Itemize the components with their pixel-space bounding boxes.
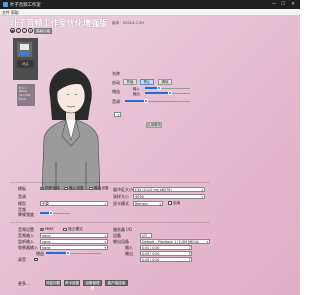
exclusive-checkbox[interactable]: [63, 227, 67, 231]
fx-input-label: 效果器输入: [18, 245, 38, 250]
apply-button[interactable]: 应用更改: [146, 122, 162, 128]
chevron-down-icon: ▾: [104, 233, 106, 238]
radio-option-label: 同声传译: [45, 186, 60, 190]
start-button[interactable]: 开始: [123, 79, 137, 85]
radio-option-label: 输出设备: [94, 186, 109, 190]
chevron-down-icon: ▾: [104, 239, 106, 244]
server-device-select[interactable]: I/O: [140, 232, 152, 238]
exclusive-label: 独占模式: [68, 227, 83, 231]
monitor-input-select[interactable]: none ▾: [40, 238, 108, 244]
radio-option-0[interactable]: [40, 186, 44, 190]
name-label: 名称: [112, 71, 120, 76]
window-title: 叶子音频工作室: [10, 3, 41, 8]
gain-label: 增益: [112, 89, 120, 94]
soundcard-settings-button[interactable]: 声卡设置: [64, 280, 80, 286]
pitch-label: 音调: [112, 99, 120, 104]
output-label: 输出: [133, 92, 140, 96]
output-time-field[interactable]: 0:00 / 0:00 ▴ ▾: [140, 250, 192, 256]
radio-option-2[interactable]: [89, 186, 93, 190]
divider: [10, 222, 210, 223]
model-thumbnail[interactable]: 叶子: [13, 38, 38, 80]
fix-issues-button[interactable]: 修复问题: [45, 280, 61, 286]
settings-icon[interactable]: ✦: [28, 28, 33, 33]
template-label: 模板: [18, 186, 26, 191]
client-connect-button[interactable]: 客户端连接: [105, 280, 128, 286]
level-output-label: 输出: [125, 251, 133, 256]
stop-button[interactable]: 停止: [140, 79, 154, 85]
sample-select[interactable]: 4096 ▾: [133, 193, 205, 199]
help-icon[interactable]: ?: [16, 28, 21, 33]
info-icon[interactable]: i: [22, 28, 27, 33]
title-bar: 叶子音频工作室 — ☐ ✕: [0, 0, 300, 9]
chunk-select[interactable]: F32 (2/1/2 ms 48076) ▾: [133, 186, 205, 192]
device-manager-button[interactable]: 设备管理器: [83, 280, 102, 290]
audio-gain-label: 增益: [36, 251, 44, 256]
output-device-select[interactable]: Default - Playback 1 (2-3M MEGA) ▾: [140, 238, 210, 244]
mode-label: 启动: [112, 80, 120, 85]
audio-input-select[interactable]: none ▾: [40, 232, 108, 238]
api-radio-label: MME: [45, 227, 54, 231]
gpu-mode-select[interactable]: Remain ▾: [133, 200, 163, 206]
app-icon: [3, 2, 8, 7]
version-label: 版本：V2024.0 ZH: [112, 21, 145, 25]
menu-help[interactable]: 帮助: [11, 10, 19, 16]
clear-button[interactable]: 清除: [158, 79, 172, 85]
extra-time-field[interactable]: 0:00 / 0:00 ▴ ▾: [140, 256, 192, 262]
thumbnail-label: 叶子: [17, 60, 34, 68]
chunk-label: 缓冲区大小: [113, 187, 133, 192]
small-select[interactable]: ▾: [114, 112, 121, 117]
enable-checkbox[interactable]: [168, 201, 172, 205]
menu-bar: 文件 帮助: [0, 9, 300, 16]
chevron-down-icon: ▾: [117, 113, 119, 117]
divider: [10, 182, 210, 183]
info-line: Mono: [19, 98, 27, 101]
input-slider[interactable]: [145, 86, 190, 90]
fx-input-select[interactable]: none ▾: [40, 244, 108, 250]
radio-option-1[interactable]: [64, 186, 68, 190]
output-slider[interactable]: [145, 91, 190, 95]
gpu-mode-label: 显卡模式: [113, 201, 129, 206]
chevron-down-icon: ▾: [104, 201, 106, 206]
input-time-field[interactable]: 0:00 / 0:00 ▴ ▾: [140, 244, 192, 250]
chevron-down-icon: ▾: [201, 194, 203, 199]
record-label: 录音: [18, 257, 26, 262]
enable-label: 启用: [173, 201, 181, 205]
radio-option-label: 输入设备: [69, 186, 84, 190]
info-line: 44.1 kHz: [19, 94, 31, 97]
api-radio-mme[interactable]: [40, 227, 44, 231]
maximize-button[interactable]: ☐: [279, 2, 287, 7]
vip-button[interactable]: 高级功能: [34, 27, 53, 34]
minimize-button[interactable]: —: [270, 2, 278, 7]
denoise-slider[interactable]: [40, 211, 70, 215]
audio-gain-slider[interactable]: [46, 251, 101, 255]
pitch-slider[interactable]: [125, 99, 190, 103]
chevron-down-icon: ▾: [201, 187, 203, 192]
app-window: 叶子音频工作室 — ☐ ✕ 文件 帮助 叶子音频工作室优化增强版 版本：V202…: [0, 0, 300, 295]
avatar-illustration: [41, 68, 101, 190]
close-button[interactable]: ✕: [289, 2, 297, 7]
record-checkbox[interactable]: [34, 257, 38, 261]
more-label: 更多...: [18, 281, 30, 286]
chevron-down-icon: ▾: [206, 239, 208, 244]
menu-file[interactable]: 文件: [2, 10, 10, 16]
sample-label: 采样大小: [113, 194, 129, 199]
pitch-section-label: 音调: [18, 194, 26, 199]
chevron-down-icon: ▾: [104, 245, 106, 250]
github-icon[interactable]: ●: [10, 28, 15, 33]
chevron-down-icon: ▾: [159, 201, 161, 206]
info-line: Ready: [19, 90, 28, 93]
denoise-label: 降噪强度: [18, 212, 34, 217]
model-info-panel: 叶子 1 Ready 44.1 kHz Mono: [17, 84, 35, 106]
thumbnail-image: [17, 42, 32, 57]
model-select[interactable]: 无模 ▾: [40, 200, 108, 206]
